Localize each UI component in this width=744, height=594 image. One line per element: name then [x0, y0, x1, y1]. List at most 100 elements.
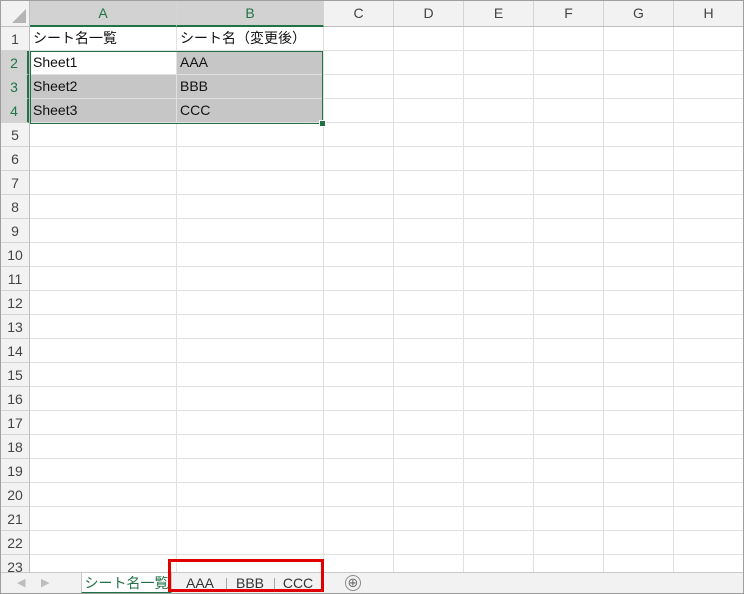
cell-c8[interactable]	[324, 195, 394, 219]
row-header-21[interactable]: 21	[1, 507, 29, 531]
cell-a7[interactable]	[30, 171, 177, 195]
cell-d3[interactable]	[394, 75, 464, 99]
cell-g19[interactable]	[604, 459, 674, 483]
cell-e17[interactable]	[464, 411, 534, 435]
row-header-23[interactable]: 23	[1, 555, 29, 572]
cell-h7[interactable]	[674, 171, 743, 195]
cell-d22[interactable]	[394, 531, 464, 555]
cell-b12[interactable]	[177, 291, 324, 315]
cell-f4[interactable]	[534, 99, 604, 123]
row-header-18[interactable]: 18	[1, 435, 29, 459]
cell-c3[interactable]	[324, 75, 394, 99]
cell-f16[interactable]	[534, 387, 604, 411]
cell-d9[interactable]	[394, 219, 464, 243]
cell-d15[interactable]	[394, 363, 464, 387]
cell-h15[interactable]	[674, 363, 743, 387]
cell-f7[interactable]	[534, 171, 604, 195]
cell-a5[interactable]	[30, 123, 177, 147]
cell-c21[interactable]	[324, 507, 394, 531]
cell-f9[interactable]	[534, 219, 604, 243]
cell-c9[interactable]	[324, 219, 394, 243]
cell-c11[interactable]	[324, 267, 394, 291]
cell-c2[interactable]	[324, 51, 394, 75]
cell-b5[interactable]	[177, 123, 324, 147]
cell-f13[interactable]	[534, 315, 604, 339]
cell-b16[interactable]	[177, 387, 324, 411]
row-header-9[interactable]: 9	[1, 219, 29, 243]
cell-e1[interactable]	[464, 27, 534, 51]
cell-b1[interactable]: シート名（変更後）	[177, 27, 324, 51]
cell-g20[interactable]	[604, 483, 674, 507]
cell-b19[interactable]	[177, 459, 324, 483]
cell-b4[interactable]: CCC	[177, 99, 324, 123]
cell-a8[interactable]	[30, 195, 177, 219]
cell-c19[interactable]	[324, 459, 394, 483]
cell-f19[interactable]	[534, 459, 604, 483]
cell-a6[interactable]	[30, 147, 177, 171]
cell-a16[interactable]	[30, 387, 177, 411]
row-header-3[interactable]: 3	[1, 75, 29, 99]
cell-f12[interactable]	[534, 291, 604, 315]
cell-h14[interactable]	[674, 339, 743, 363]
cell-c18[interactable]	[324, 435, 394, 459]
cell-a9[interactable]	[30, 219, 177, 243]
cell-c15[interactable]	[324, 363, 394, 387]
cell-a13[interactable]	[30, 315, 177, 339]
cell-e15[interactable]	[464, 363, 534, 387]
row-header-10[interactable]: 10	[1, 243, 29, 267]
cell-a10[interactable]	[30, 243, 177, 267]
cell-a17[interactable]	[30, 411, 177, 435]
cell-h12[interactable]	[674, 291, 743, 315]
row-header-1[interactable]: 1	[1, 27, 29, 51]
cell-e14[interactable]	[464, 339, 534, 363]
cell-h8[interactable]	[674, 195, 743, 219]
cell-a2[interactable]: Sheet1	[30, 51, 177, 75]
cell-h21[interactable]	[674, 507, 743, 531]
cell-f2[interactable]	[534, 51, 604, 75]
cell-g18[interactable]	[604, 435, 674, 459]
cell-f10[interactable]	[534, 243, 604, 267]
cell-g10[interactable]	[604, 243, 674, 267]
cell-b17[interactable]	[177, 411, 324, 435]
cell-f20[interactable]	[534, 483, 604, 507]
cell-h17[interactable]	[674, 411, 743, 435]
fill-handle[interactable]	[319, 120, 326, 127]
cell-e6[interactable]	[464, 147, 534, 171]
cell-b6[interactable]	[177, 147, 324, 171]
column-header-d[interactable]: D	[394, 1, 464, 26]
cell-d8[interactable]	[394, 195, 464, 219]
cell-g15[interactable]	[604, 363, 674, 387]
cell-b10[interactable]	[177, 243, 324, 267]
cell-h6[interactable]	[674, 147, 743, 171]
cell-e3[interactable]	[464, 75, 534, 99]
cell-a22[interactable]	[30, 531, 177, 555]
cell-c12[interactable]	[324, 291, 394, 315]
cell-g6[interactable]	[604, 147, 674, 171]
cell-e16[interactable]	[464, 387, 534, 411]
cell-g4[interactable]	[604, 99, 674, 123]
cell-f8[interactable]	[534, 195, 604, 219]
cell-h2[interactable]	[674, 51, 743, 75]
cell-e22[interactable]	[464, 531, 534, 555]
cell-c1[interactable]	[324, 27, 394, 51]
cell-h16[interactable]	[674, 387, 743, 411]
cell-g8[interactable]	[604, 195, 674, 219]
cell-b9[interactable]	[177, 219, 324, 243]
column-header-h[interactable]: H	[674, 1, 743, 26]
cell-g14[interactable]	[604, 339, 674, 363]
cell-d21[interactable]	[394, 507, 464, 531]
cell-e9[interactable]	[464, 219, 534, 243]
cell-e12[interactable]	[464, 291, 534, 315]
cell-a11[interactable]	[30, 267, 177, 291]
column-header-e[interactable]: E	[464, 1, 534, 26]
column-header-b[interactable]: B	[177, 1, 324, 27]
select-all-corner[interactable]	[1, 1, 30, 26]
cell-g3[interactable]	[604, 75, 674, 99]
cell-d13[interactable]	[394, 315, 464, 339]
row-header-5[interactable]: 5	[1, 123, 29, 147]
row-header-19[interactable]: 19	[1, 459, 29, 483]
cell-e21[interactable]	[464, 507, 534, 531]
cell-b13[interactable]	[177, 315, 324, 339]
cell-e20[interactable]	[464, 483, 534, 507]
row-header-13[interactable]: 13	[1, 315, 29, 339]
